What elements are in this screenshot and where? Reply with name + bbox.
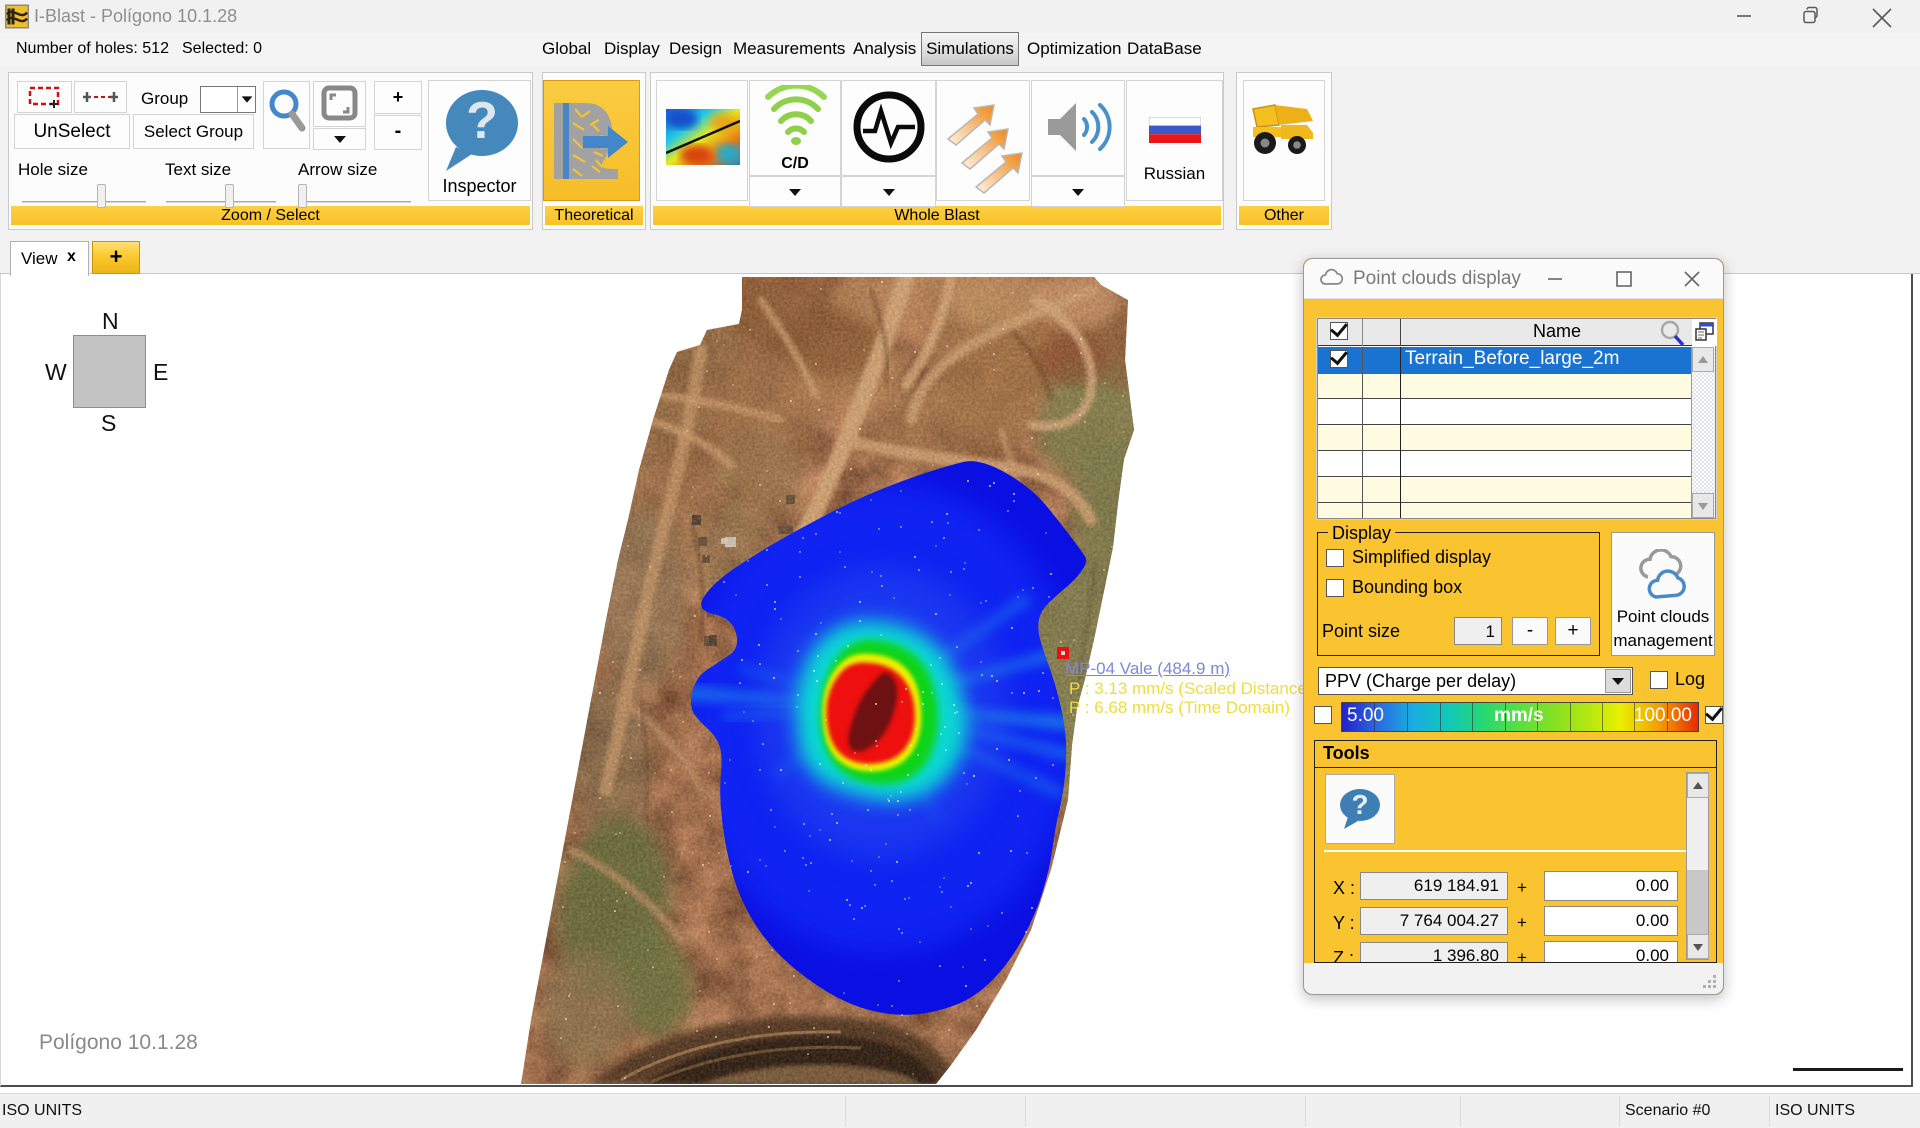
svg-text:?: ? (1351, 789, 1368, 820)
svg-text:?: ? (466, 92, 498, 150)
